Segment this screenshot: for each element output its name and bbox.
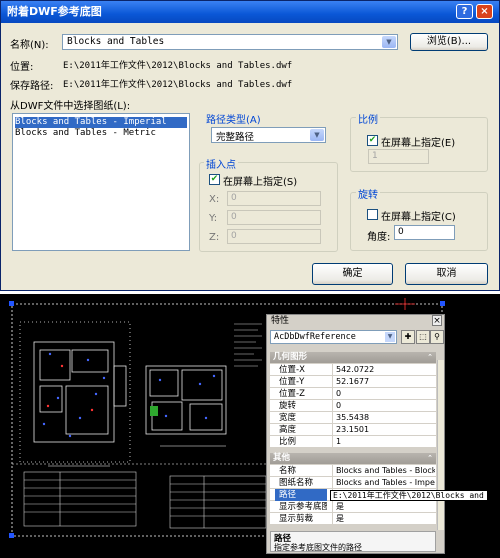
property-row[interactable]: 比例 1 bbox=[270, 436, 436, 448]
property-value[interactable]: 0 bbox=[332, 388, 435, 400]
rotation-onscreen-checkbox[interactable] bbox=[367, 209, 378, 220]
help-icon[interactable]: ? bbox=[456, 4, 473, 19]
property-row[interactable]: 图纸名称 Blocks and Tables - Imperial bbox=[270, 477, 436, 489]
property-value[interactable]: 52.1677 bbox=[332, 376, 435, 388]
property-row[interactable]: 位置-Y 52.1677 bbox=[270, 376, 436, 388]
property-description: 路径 指定参考底图文件的路径 bbox=[270, 531, 436, 552]
list-item[interactable]: Blocks and Tables - Imperial bbox=[15, 117, 187, 128]
path-tooltip: E:\2011年工作文件\2012\Blocks and Tables.dwf bbox=[330, 490, 488, 501]
property-row[interactable]: 宽度 35.5438 bbox=[270, 412, 436, 424]
property-name: 位置-X bbox=[279, 365, 305, 375]
select-objects-icon[interactable]: ⬚ bbox=[416, 330, 430, 344]
property-value[interactable]: Blocks and Tables - Imperial bbox=[332, 477, 435, 489]
sheet-list[interactable]: Blocks and Tables - Imperial Blocks and … bbox=[12, 113, 190, 251]
ok-button[interactable]: 确定 bbox=[312, 263, 393, 285]
rotation-onscreen-label: 在屏幕上指定(C) bbox=[381, 212, 456, 223]
dialog-title-bar[interactable]: 附着DWF参考底图 ? × bbox=[1, 1, 499, 23]
location-value: E:\2011年工作文件\2012\Blocks and Tables.dwf bbox=[63, 61, 293, 71]
property-value[interactable]: 542.0722 bbox=[332, 364, 435, 376]
insertion-onscreen-label: 在屏幕上指定(S) bbox=[223, 177, 298, 188]
angle-field[interactable]: 0 bbox=[394, 225, 455, 240]
property-value[interactable]: 是 bbox=[332, 501, 435, 513]
palette-scrollbar[interactable] bbox=[437, 360, 444, 530]
property-name: 名称 bbox=[279, 466, 297, 476]
saved-path-label: 保存路径: bbox=[10, 81, 54, 92]
palette-title: 特性 bbox=[271, 316, 290, 326]
collapse-icon[interactable]: ⌃ bbox=[427, 352, 433, 363]
quick-select-icon[interactable]: ⚲ bbox=[430, 330, 444, 344]
close-icon[interactable]: × bbox=[432, 315, 442, 326]
z-label: Z: bbox=[209, 232, 220, 243]
property-value[interactable]: Blocks and Tables - Blocks a bbox=[332, 465, 435, 477]
attach-dwf-dialog: 附着DWF参考底图 ? × 名称(N): Blocks and Tables ▼… bbox=[0, 0, 500, 291]
property-name: 宽度 bbox=[279, 413, 297, 423]
path-type-combobox[interactable]: 完整路径 ▼ bbox=[211, 127, 326, 143]
property-name: 高度 bbox=[279, 425, 297, 435]
insertion-point-title: 插入点 bbox=[204, 156, 238, 171]
angle-label: 角度: bbox=[367, 232, 391, 243]
property-name: 位置-Z bbox=[279, 389, 305, 399]
chevron-down-icon[interactable]: ▼ bbox=[382, 36, 396, 48]
saved-path-value: E:\2011年工作文件\2012\Blocks and Tables.dwf bbox=[63, 80, 293, 90]
x-field[interactable]: 0 bbox=[227, 191, 321, 206]
z-field[interactable]: 0 bbox=[227, 229, 321, 244]
scale-onscreen-checkbox[interactable]: ✔ bbox=[367, 135, 378, 146]
name-value: Blocks and Tables bbox=[67, 36, 165, 47]
name-label: 名称(N): bbox=[10, 40, 49, 51]
description-text: 指定参考底图文件的路径 bbox=[274, 543, 362, 552]
object-type-value: AcDbDwfReference bbox=[274, 332, 356, 342]
section-other[interactable]: 其他 ⌃ bbox=[270, 453, 436, 464]
property-value[interactable]: 23.1501 bbox=[332, 424, 435, 436]
palette-title-bar[interactable]: 特性 × bbox=[267, 315, 444, 328]
rotation-title: 旋转 bbox=[356, 186, 380, 201]
section-geometry[interactable]: 几何图形 ⌃ bbox=[270, 352, 436, 363]
chevron-down-icon[interactable]: ▼ bbox=[310, 129, 324, 141]
property-row[interactable]: 名称 Blocks and Tables - Blocks a bbox=[270, 465, 436, 477]
name-combobox[interactable]: Blocks and Tables ▼ bbox=[62, 34, 398, 50]
scale-title: 比例 bbox=[356, 111, 380, 126]
y-field[interactable]: 0 bbox=[227, 210, 321, 225]
property-row[interactable]: 位置-X 542.0722 bbox=[270, 364, 436, 376]
property-name: 旋转 bbox=[279, 401, 297, 411]
property-row[interactable]: 显示参考底图是 bbox=[270, 501, 436, 513]
property-value[interactable]: 35.5438 bbox=[332, 412, 435, 424]
property-name: 图纸名称 bbox=[279, 478, 314, 488]
properties-palette: 特性 × AcDbDwfReference ▼ ✚ ⬚ ⚲ 几何图形 ⌃ 其他 ⌃ … bbox=[266, 314, 445, 554]
property-row[interactable]: 显示剪裁 是 bbox=[270, 513, 436, 525]
select-sheet-label: 从DWF文件中选择图纸(L): bbox=[10, 101, 131, 112]
location-label: 位置: bbox=[10, 62, 34, 73]
path-type-value: 完整路径 bbox=[216, 132, 255, 143]
scale-onscreen-label: 在屏幕上指定(E) bbox=[381, 138, 456, 149]
property-name: 显示参考底图 bbox=[279, 502, 327, 512]
property-row[interactable]: 高度 23.1501 bbox=[270, 424, 436, 436]
scale-field[interactable]: 1 bbox=[368, 149, 429, 164]
list-item[interactable]: Blocks and Tables - Metric bbox=[15, 128, 156, 139]
cancel-button[interactable]: 取消 bbox=[405, 263, 488, 285]
insertion-onscreen-checkbox[interactable]: ✔ bbox=[209, 174, 220, 185]
x-label: X: bbox=[209, 194, 220, 205]
close-icon[interactable]: × bbox=[476, 4, 493, 19]
property-row[interactable]: 旋转 0 bbox=[270, 400, 436, 412]
property-row[interactable]: 位置-Z 0 bbox=[270, 388, 436, 400]
property-value[interactable]: 是 bbox=[332, 513, 435, 525]
property-name: 位置-Y bbox=[279, 377, 305, 387]
path-type-title: 路径类型(A) bbox=[204, 111, 263, 126]
dialog-title: 附着DWF参考底图 bbox=[7, 5, 102, 18]
toggle-pickadd-icon[interactable]: ✚ bbox=[401, 330, 415, 344]
property-name: 比例 bbox=[279, 437, 297, 447]
property-value[interactable]: 0 bbox=[332, 400, 435, 412]
browse-button[interactable]: 浏览(B)... bbox=[410, 33, 488, 51]
collapse-icon[interactable]: ⌃ bbox=[427, 453, 433, 464]
object-type-combobox[interactable]: AcDbDwfReference ▼ bbox=[270, 330, 397, 344]
y-label: Y: bbox=[209, 213, 218, 224]
property-name: 路径 bbox=[275, 489, 327, 501]
property-name: 显示剪裁 bbox=[279, 514, 314, 524]
property-value[interactable]: 1 bbox=[332, 436, 435, 448]
chevron-down-icon[interactable]: ▼ bbox=[385, 332, 395, 342]
